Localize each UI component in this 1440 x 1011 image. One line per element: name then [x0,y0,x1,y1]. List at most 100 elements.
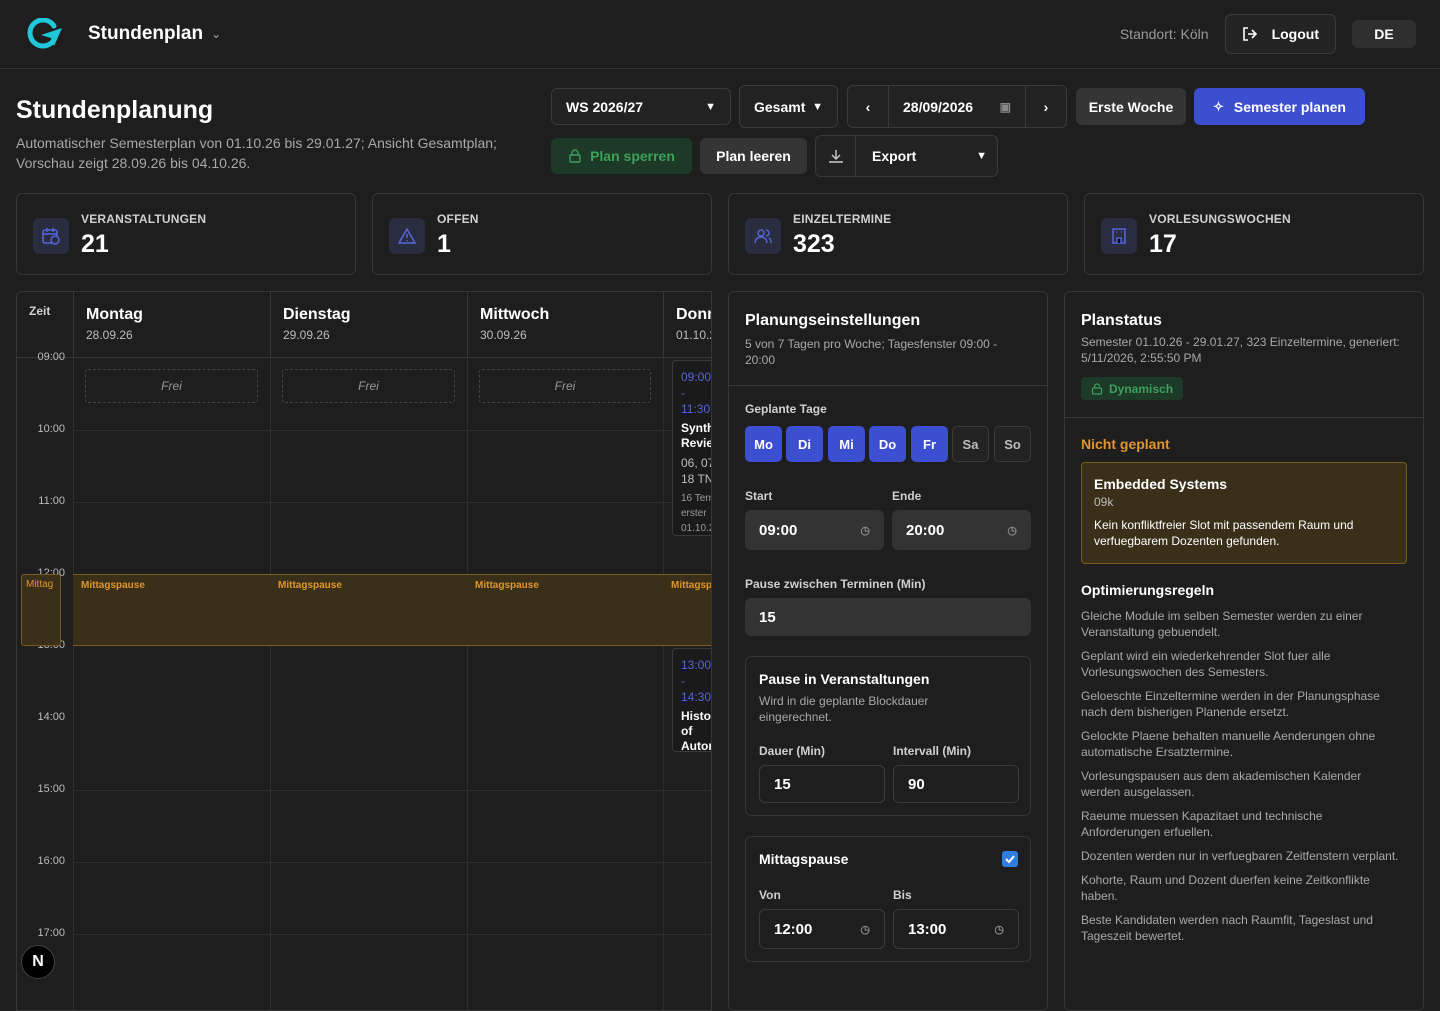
inner-pause-subtitle: Wird in die geplante Blockdauer eingerec… [759,694,929,724]
event-title: History of Automation [681,709,711,752]
language-button[interactable]: DE [1352,20,1416,48]
event-note: 16 Termine erster 01.10.26 [681,493,711,534]
event-meta: 06, 07 18 TN [681,456,712,486]
event-card[interactable]: 13:00 - 14:30 History of Automation [672,648,712,752]
stat-value: 17 [1149,230,1177,258]
day-toggle-mi[interactable]: Mi [828,426,865,462]
check-icon [1005,855,1015,864]
prev-week-button[interactable]: ‹ [848,86,889,127]
rule-item: Vorlesungspausen aus dem akademischen Ka… [1081,769,1362,799]
lunch-from-value: 12:00 [774,920,813,938]
settings-subtitle: 5 von 7 Tagen pro Woche; Tagesfenster 09… [745,337,998,367]
users-icon [745,218,781,254]
lunch-label: Mittagspause [278,580,342,591]
free-slot[interactable]: Frei [85,369,258,403]
lunch-to-value: 13:00 [908,920,947,938]
rule-item: Kohorte, Raum und Dozent duerfen keine Z… [1081,873,1370,903]
event-start: 13:00 [681,658,712,672]
time-label: 16:00 [37,855,65,867]
export-control: Export ▼ [815,135,998,177]
stat-label: VERANSTALTUNGEN [81,212,207,226]
first-week-button[interactable]: Erste Woche [1076,88,1186,125]
lunch-to-input[interactable]: 13:00 ◷ [893,909,1019,949]
warning-icon [389,218,425,254]
lock-plan-button[interactable]: Plan sperren [551,138,692,174]
duration-label: Dauer (Min) [759,744,825,758]
calendar-icon: ▣ [999,99,1011,114]
interval-input[interactable]: 90 [893,765,1019,803]
lunch-to-label: Bis [893,888,912,902]
divider [729,385,1047,386]
download-button[interactable] [816,136,856,176]
stat-card-einzeltermine: EINZELTERMINE 323 [728,193,1068,275]
lunch-label: Mittagspause [475,580,539,591]
free-slot[interactable]: Frei [479,369,651,403]
day-toggle-di[interactable]: Di [786,426,823,462]
rule-item: Gleiche Module im selben Semester werden… [1081,609,1363,639]
day-toggle-mo[interactable]: Mo [745,426,782,462]
hour-line [73,502,711,503]
logout-button[interactable]: Logout [1224,14,1336,54]
plan-semester-button[interactable]: ✧ Semester planen [1194,88,1365,125]
export-value: Export [872,148,917,164]
status-title: Planstatus [1081,312,1162,329]
clear-plan-button[interactable]: Plan leeren [700,138,807,174]
export-select[interactable]: Export ▼ [856,148,997,164]
lunch-break-band [73,574,711,646]
lock-plan-label: Plan sperren [590,148,675,164]
event-end: 11:30 [681,402,711,416]
stat-label: VORLESUNGSWOCHEN [1149,212,1291,226]
day-toggle-so[interactable]: So [994,426,1031,462]
date-input[interactable]: 28/09/2026 ▣ [889,86,1026,127]
day-header[interactable]: Donnerstag 01.10.26 [663,292,711,358]
end-time-input[interactable]: 20:00 ◷ [892,510,1031,550]
stat-label: EINZELTERMINE [793,212,892,226]
day-header[interactable]: Mittwoch 30.09.26 [467,292,663,358]
day-toggle-fr[interactable]: Fr [911,426,948,462]
plan-semester-label: Semester planen [1233,98,1346,115]
time-label: 09:00 [37,351,65,363]
inner-pause-box: Pause in Veranstaltungen Wird in die gep… [745,656,1031,816]
lunch-time-marker: Mittag [21,574,61,646]
rule-item: Geloeschte Einzeltermine werden in der P… [1081,689,1380,719]
semester-select[interactable]: WS 2026/27 ▼ [551,88,731,125]
lunch-label: Mittagspause [671,580,712,591]
day-header[interactable]: Dienstag 29.09.26 [270,292,467,358]
event-start: 09:00 [681,370,712,384]
gap-input[interactable]: 15 [745,598,1031,636]
end-time-value: 20:00 [906,521,945,539]
event-separator: - [681,674,685,688]
next-week-button[interactable]: › [1026,86,1066,127]
view-select[interactable]: Gesamt ▼ [739,85,838,128]
unplanned-card[interactable]: Embedded Systems 09k Kein konfliktfreier… [1081,462,1407,564]
chevron-down-icon[interactable]: ⌄ [211,27,221,41]
date-navigator: ‹ 28/09/2026 ▣ › [847,85,1067,128]
day-date: 30.09.26 [480,328,527,342]
time-label: 10:00 [37,423,65,435]
lunch-enabled-checkbox[interactable] [1002,851,1018,867]
next-devtools-button[interactable]: N [21,945,55,979]
column-divider [73,358,74,1010]
status-badge: Dynamisch [1081,377,1184,400]
day-header[interactable]: Montag 28.09.26 [73,292,270,358]
free-slot[interactable]: Frei [282,369,455,403]
start-time-input[interactable]: 09:00 ◷ [745,510,884,550]
app-title[interactable]: Stundenplan [88,23,203,45]
status-subtitle: Semester 01.10.26 - 29.01.27, 323 Einzel… [1081,335,1400,365]
lunch-from-input[interactable]: 12:00 ◷ [759,909,885,949]
lunch-settings-title: Mittagspause [759,851,849,867]
day-toggle-group: Mo Di Mi Do Fr Sa So [745,426,1035,462]
unplanned-title: Nicht geplant [1081,436,1170,452]
day-toggle-do[interactable]: Do [869,426,906,462]
chevron-down-icon: ▼ [812,100,823,113]
duration-input[interactable]: 15 [759,765,885,803]
day-toggle-sa[interactable]: Sa [952,426,989,462]
time-label: 14:00 [37,711,65,723]
event-card[interactable]: 09:00 - 11:30 Synthesis Review 06, 07 18… [672,360,712,536]
lunch-from-label: Von [759,888,781,902]
lock-icon [569,149,581,163]
building-icon [1101,218,1137,254]
column-divider [467,358,468,1010]
app-logo-icon[interactable] [24,18,64,50]
lunch-settings-box: Mittagspause Von Bis 12:00 ◷ 13:00 ◷ [745,836,1031,962]
